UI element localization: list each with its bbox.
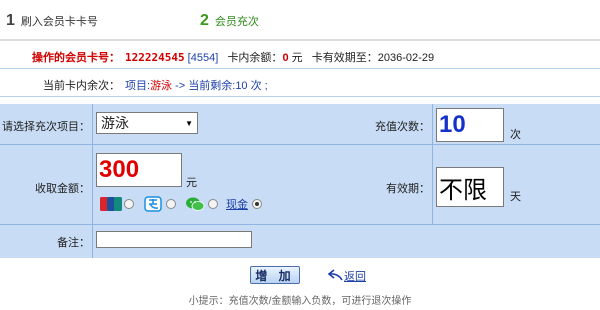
- step-1-number: 1: [6, 12, 15, 29]
- balance-unit: 元: [291, 52, 303, 64]
- card-info: 操作的会员卡号： 122224545 [4554] 卡内余额：0 元 卡有效期至…: [0, 41, 600, 97]
- balance-value: 0: [282, 52, 289, 64]
- remaining-label: 当前卡内余次：: [43, 80, 120, 92]
- wechat-radio[interactable]: [208, 199, 218, 209]
- remaining-values: 项目:游泳 -> 当前剩余:10 次 ;: [125, 77, 268, 93]
- form-column-divider: [300, 104, 301, 224]
- back-label[interactable]: 返回: [344, 268, 366, 284]
- unionpay-radio[interactable]: [124, 199, 134, 209]
- alipay-radio[interactable]: [166, 199, 176, 209]
- form-column-divider: [432, 104, 433, 224]
- remaining-text: -> 当前剩余:10 次 ;: [172, 80, 268, 92]
- payment-methods: 现金: [100, 196, 270, 212]
- back-arrow-icon: [327, 268, 344, 284]
- count-label: 充值次数：: [375, 121, 430, 133]
- project-name: 游泳: [150, 80, 173, 92]
- card-number: 122224545: [125, 51, 185, 64]
- form-row-divider: [0, 224, 600, 225]
- count-input[interactable]: 10: [436, 108, 504, 142]
- project-select-label: 请选择充次项目：: [2, 121, 90, 133]
- card-id: [4554]: [187, 52, 219, 64]
- validity-input[interactable]: 不限: [436, 167, 504, 207]
- form-column-divider: [92, 104, 93, 258]
- card-info-row: 操作的会员卡号： 122224545 [4554] 卡内余额：0 元 卡有效期至…: [0, 41, 600, 69]
- cash-radio[interactable]: [252, 199, 262, 209]
- step-2-number: 2: [200, 12, 209, 29]
- project-prefix: 项目:: [125, 80, 151, 92]
- cash-label[interactable]: 现金: [226, 196, 248, 212]
- chevron-down-icon: ▼: [185, 118, 193, 128]
- card-info-values: 122224545 [4554] 卡内余额：0 元 卡有效期至：2036-02-…: [125, 49, 434, 65]
- amount-input[interactable]: 300: [96, 153, 182, 187]
- card-number-label: 操作的会员卡号：: [32, 52, 120, 64]
- project-select-value: 游泳: [101, 115, 129, 131]
- step-1: 1 刷入会员卡卡号: [6, 12, 98, 30]
- back-link[interactable]: 返回: [327, 268, 366, 284]
- remaining-row: 当前卡内余次： 项目:游泳 -> 当前剩余:10 次 ;: [0, 69, 600, 97]
- balance-label: 卡内余额：: [227, 52, 283, 64]
- count-unit: 次: [510, 129, 521, 141]
- remark-label: 备注：: [57, 237, 90, 249]
- steps-bar: 1 刷入会员卡卡号 2 会员充次: [0, 0, 600, 41]
- alipay-icon: [142, 196, 164, 212]
- amount-label: 收取金额：: [35, 183, 90, 195]
- amount-unit: 元: [186, 177, 197, 189]
- expiry-text: 卡有效期至：2036-02-29: [311, 52, 435, 64]
- step-1-label: 刷入会员卡卡号: [20, 16, 98, 28]
- add-button[interactable]: 增 加: [250, 266, 300, 284]
- remark-input[interactable]: [96, 231, 252, 248]
- wechat-pay-icon: [184, 196, 206, 212]
- step-2-label: 会员充次: [214, 16, 259, 28]
- unionpay-icon: [100, 196, 122, 212]
- tip-text: 小提示：充值次数/金额输入负数，可进行退次操作: [188, 296, 412, 307]
- validity-unit: 天: [510, 191, 521, 203]
- validity-label: 有效期：: [386, 183, 430, 195]
- project-select[interactable]: 游泳 ▼: [96, 112, 198, 134]
- recharge-form: 请选择充次项目： 游泳 ▼ 充值次数： 10 次 收取金额： 300 元 现金 …: [0, 104, 600, 258]
- step-2: 2 会员充次: [200, 12, 259, 30]
- bottom-actions: 增 加 返回 小提示：充值次数/金额输入负数，可进行退次操作: [0, 258, 600, 310]
